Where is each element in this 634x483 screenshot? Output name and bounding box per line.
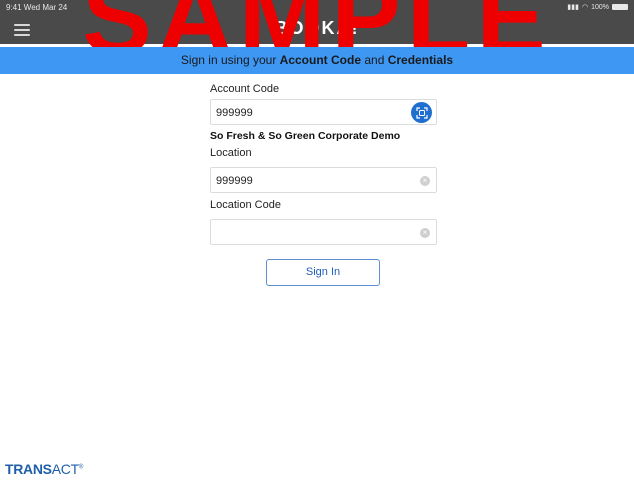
banner-prefix: Sign in using your — [180, 53, 277, 67]
location-field[interactable]: 999999 × — [210, 167, 437, 193]
clear-location-code-icon[interactable]: × — [420, 228, 430, 238]
banner-account-code: Account Code — [279, 53, 361, 67]
sign-in-form: Account Code 999999 So Fresh & So Green … — [210, 80, 437, 245]
scan-code-button[interactable] — [411, 102, 432, 123]
wifi-icon: ◠ — [581, 4, 589, 11]
account-code-label: Account Code — [210, 83, 280, 95]
banner-and: and — [364, 53, 385, 67]
top-bar: 9:41 Wed Mar 24 ▮▮▮ ◠ 100% BOOKA! — [0, 0, 634, 44]
app-title: BOOKA! — [274, 18, 360, 38]
brand-rest: ACT — [51, 461, 79, 477]
organization-name: So Fresh & So Green Corporate Demo — [210, 130, 401, 142]
sign-in-button[interactable]: Sign In — [266, 259, 380, 286]
location-code-field[interactable]: × — [210, 219, 437, 245]
status-indicators: ▮▮▮ ◠ 100% — [567, 3, 628, 11]
location-label: Location — [210, 147, 252, 159]
battery-percent: 100% — [591, 3, 609, 11]
signal-icon: ▮▮▮ — [567, 4, 579, 11]
transact-logo: TRANSACT® — [5, 461, 83, 477]
sign-in-banner: Sign in using your Account Code and Cred… — [0, 47, 634, 74]
brand-strong: TRANS — [5, 461, 52, 477]
location-value: 999999 — [216, 175, 253, 187]
battery-icon — [612, 4, 628, 10]
account-code-field[interactable]: 999999 — [210, 99, 437, 125]
status-time: 9:41 Wed Mar 24 — [6, 3, 68, 12]
account-code-value: 999999 — [216, 107, 253, 119]
brand-mark: ® — [78, 464, 83, 471]
location-code-label: Location Code — [210, 199, 281, 211]
scan-icon — [415, 106, 428, 119]
clear-location-icon[interactable]: × — [420, 176, 430, 186]
banner-credentials: Credentials — [387, 53, 454, 67]
